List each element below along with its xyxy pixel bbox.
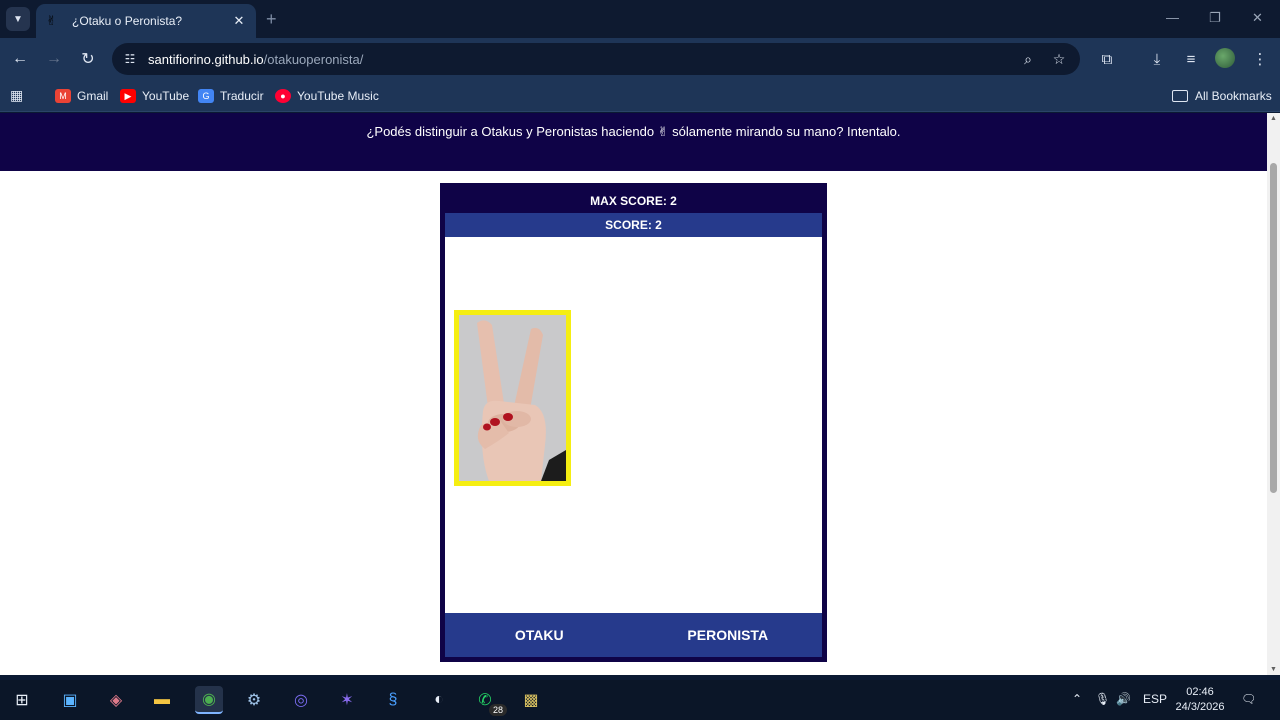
- banner-text: ¿Podés distinguir a Otakus y Peronistas …: [366, 124, 901, 139]
- browser-toolbar: ← → ↻ ☷ santifiorino.github.io/otakuoper…: [0, 38, 1280, 80]
- all-bookmarks-label: All Bookmarks: [1195, 89, 1272, 103]
- youtube-icon: ▶: [120, 89, 136, 103]
- tab-search-button[interactable]: ▼: [6, 7, 30, 31]
- header-banner: ¿Podés distinguir a Otakus y Peronistas …: [0, 113, 1267, 171]
- whatsapp-icon[interactable]: ✆ 28: [471, 686, 507, 716]
- bookmark-traducir[interactable]: G Traducir: [198, 86, 264, 106]
- all-bookmarks-button[interactable]: All Bookmarks: [1172, 86, 1272, 106]
- clock-time: 02:46: [1186, 686, 1214, 698]
- peronista-button[interactable]: PERONISTA: [634, 613, 823, 657]
- otaku-button[interactable]: OTAKU: [445, 613, 634, 657]
- app-s-icon[interactable]: §: [379, 686, 407, 714]
- close-window-icon[interactable]: ✕: [1252, 10, 1263, 26]
- youtube-music-icon: ●: [275, 89, 291, 103]
- minimize-icon[interactable]: —: [1166, 10, 1179, 25]
- bookmarks-bar: ▦ M Gmail ▶ YouTube G Traducir ● YouTube…: [0, 80, 1280, 112]
- scroll-up-icon[interactable]: ▲: [1269, 115, 1278, 122]
- menu-icon[interactable]: ⋮: [1250, 49, 1270, 69]
- bookmark-gmail[interactable]: M Gmail: [55, 86, 108, 106]
- bookmark-label: YouTube Music: [297, 89, 379, 103]
- discord-icon[interactable]: ◎: [287, 686, 315, 714]
- tab-bar: ▼ ✌ ¿Otaku o Peronista? ✕ + — ❐ ✕: [0, 0, 1280, 38]
- tray-overflow-icon[interactable]: ⌃: [1072, 692, 1082, 706]
- gmail-icon: M: [55, 89, 71, 103]
- obs-icon[interactable]: ◐: [425, 686, 453, 714]
- tab-favicon-icon: ✌: [46, 13, 57, 28]
- game-app-icon[interactable]: ◈: [102, 686, 130, 714]
- whatsapp-badge: 28: [488, 704, 507, 716]
- desktop-app-icon[interactable]: ▣: [56, 686, 84, 714]
- score-label: SCORE: 2: [445, 213, 822, 237]
- forward-icon[interactable]: →: [44, 49, 64, 69]
- microphone-icon[interactable]: 🎙: [1095, 692, 1110, 706]
- notifications-icon[interactable]: 🗨: [1241, 692, 1256, 706]
- max-score-label: MAX SCORE: 2: [590, 193, 677, 208]
- app-star-icon[interactable]: ✶: [333, 686, 361, 714]
- windows-start-icon[interactable]: ⊞: [8, 686, 36, 714]
- translate-icon: G: [198, 89, 214, 103]
- apps-grid-icon[interactable]: ▦: [10, 87, 26, 103]
- site-info-icon[interactable]: ☷: [122, 51, 138, 67]
- play-area: [445, 237, 822, 613]
- download-icon[interactable]: ⤓: [1147, 49, 1167, 69]
- zoom-icon[interactable]: ⌕: [1019, 50, 1037, 68]
- answer-buttons: OTAKU PERONISTA: [445, 613, 822, 657]
- bookmark-star-icon[interactable]: ☆: [1050, 50, 1068, 68]
- close-tab-icon[interactable]: ✕: [230, 12, 248, 30]
- back-icon[interactable]: ←: [10, 49, 30, 69]
- volume-icon[interactable]: 🔊: [1116, 692, 1131, 706]
- file-explorer-icon[interactable]: ▬: [148, 686, 176, 714]
- scroll-thumb[interactable]: [1270, 163, 1277, 493]
- bookmark-youtube[interactable]: ▶ YouTube: [120, 86, 189, 106]
- clock-date: 24/3/2026: [1175, 701, 1225, 713]
- bookmark-label: Traducir: [220, 89, 264, 103]
- page-scrollbar[interactable]: ▲ ▼: [1267, 113, 1280, 675]
- address-bar[interactable]: ☷ santifiorino.github.io/otakuoperonista…: [112, 43, 1080, 75]
- tab-title: ¿Otaku o Peronista?: [72, 14, 183, 28]
- language-indicator[interactable]: ESP: [1143, 692, 1167, 706]
- bookmark-youtube-music[interactable]: ● YouTube Music: [275, 86, 379, 106]
- active-tab[interactable]: ✌ ¿Otaku o Peronista? ✕: [36, 4, 256, 38]
- app-photo-icon[interactable]: ▩: [517, 686, 545, 714]
- clock[interactable]: 02:46 24/3/2026: [1168, 685, 1232, 715]
- bookmark-label: Gmail: [77, 89, 109, 103]
- restore-icon[interactable]: ❐: [1209, 10, 1221, 26]
- url-domain: santifiorino.github.io: [148, 51, 264, 67]
- steam-icon[interactable]: ⚙: [240, 686, 268, 714]
- new-tab-icon[interactable]: +: [266, 9, 277, 29]
- scroll-down-icon[interactable]: ▼: [1269, 666, 1278, 673]
- media-control-icon[interactable]: ≡: [1181, 49, 1201, 69]
- url-path: /otakuoperonista/: [263, 51, 364, 67]
- chrome-icon[interactable]: ◉: [195, 686, 223, 714]
- url-text: santifiorino.github.io/otakuoperonista/: [148, 52, 363, 67]
- profile-avatar[interactable]: [1215, 48, 1235, 68]
- page-content: ¿Podés distinguir a Otakus y Peronistas …: [0, 113, 1267, 675]
- peace-sign-hand-image: [459, 315, 566, 481]
- reload-icon[interactable]: ↻: [78, 49, 98, 69]
- taskbar: ⊞ ▣ ◈ ▬ ◉ ⚙ ◎ ✶ § ◐ ✆ 28 ▩ ⌃ 🎙 🔊 ESP 02:4…: [0, 680, 1280, 720]
- game-panel: MAX SCORE: 2 SCORE: 2 OTAKU PERONISTA: [440, 183, 827, 662]
- extensions-icon[interactable]: ⧉: [1097, 49, 1117, 69]
- bookmark-label: YouTube: [142, 89, 190, 103]
- folder-icon: [1172, 90, 1188, 102]
- hand-photo-card: [454, 310, 571, 486]
